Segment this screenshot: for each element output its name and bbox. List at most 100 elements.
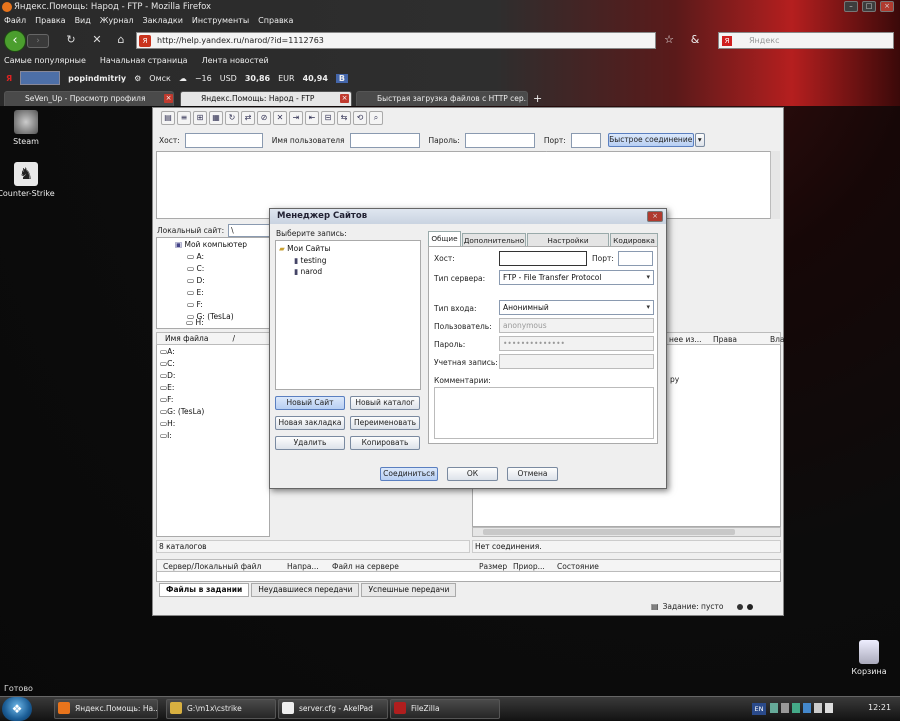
list-item[interactable]: ▭G: (TesLa) <box>160 407 204 416</box>
list-item[interactable]: ▭F: <box>160 395 173 404</box>
site-item-testing[interactable]: ▮ testing <box>294 256 327 265</box>
tree-icon[interactable]: ⊞ <box>193 111 207 125</box>
bookmark-star-icon[interactable]: ☆ <box>662 33 676 47</box>
log-scrollbar[interactable] <box>770 151 780 219</box>
tree-drive-h[interactable]: ▭ H: <box>186 318 204 327</box>
search-input[interactable]: Яндекс <box>718 32 894 49</box>
column-server-local[interactable]: Сервер/Локальный файл <box>163 562 261 571</box>
menu-edit[interactable]: Правка <box>35 14 65 27</box>
start-button[interactable]: ❖ <box>2 697 32 721</box>
volume-icon[interactable] <box>825 703 833 713</box>
language-indicator[interactable]: EN <box>752 703 766 715</box>
bookmark-news[interactable]: Лента новостей <box>202 54 269 68</box>
user-input[interactable]: anonymous <box>499 318 654 333</box>
sync-icon[interactable]: ⟲ <box>353 111 367 125</box>
column-modified[interactable]: нее из... <box>669 335 702 344</box>
tree-drive-a[interactable]: ▭ A: <box>187 252 204 261</box>
stop-icon[interactable]: ✕ <box>273 111 287 125</box>
reconnect-icon[interactable]: ⇤ <box>305 111 319 125</box>
new-folder-button[interactable]: Новый каталог <box>350 396 420 410</box>
process-queue-icon[interactable]: ⇄ <box>241 111 255 125</box>
taskbar-explorer[interactable]: G:\m1x\cstrike <box>166 699 276 719</box>
log-icon[interactable]: ≡ <box>177 111 191 125</box>
site-manager-icon[interactable]: ▤ <box>161 111 175 125</box>
close-tab-icon[interactable]: × <box>340 94 349 103</box>
column-priority[interactable]: Приор... <box>513 562 545 571</box>
menu-help[interactable]: Справка <box>258 14 293 27</box>
search-icon[interactable]: ⌕ <box>369 111 383 125</box>
queue-icon[interactable]: ▦ <box>209 111 223 125</box>
desktop-icon-recycle-bin[interactable]: Корзина <box>839 640 899 676</box>
connect-button[interactable]: Соединиться <box>380 467 438 481</box>
menu-bookmarks[interactable]: Закладки <box>142 14 182 27</box>
taskbar-filezilla[interactable]: FileZilla <box>390 699 500 719</box>
new-site-button[interactable]: Новый Сайт <box>275 396 345 410</box>
ok-button[interactable]: ОК <box>447 467 498 481</box>
ampersand-icon[interactable]: & <box>688 33 702 47</box>
logon-type-select[interactable]: Анонимный ▾ <box>499 300 654 315</box>
quickconnect-dropdown[interactable]: ▾ <box>694 133 705 147</box>
comments-textarea[interactable] <box>434 387 654 439</box>
tab-successful-transfers[interactable]: Успешные передачи <box>361 583 457 597</box>
tab-fast-upload[interactable]: Быстрая загрузка файлов с HTTP сер... <box>356 91 528 106</box>
column-status[interactable]: Состояние <box>557 562 599 571</box>
close-tab-icon[interactable]: × <box>164 94 173 103</box>
tab-queued-files[interactable]: Файлы в задании <box>159 583 250 597</box>
scroll-thumb[interactable] <box>483 529 735 535</box>
stop-icon[interactable]: ✕ <box>90 33 104 47</box>
list-item[interactable]: ▭D: <box>160 371 175 380</box>
tray-icon[interactable] <box>792 703 800 713</box>
tab-transfer-settings[interactable]: Настройки передачи <box>527 233 609 258</box>
refresh-icon[interactable]: ↻ <box>225 111 239 125</box>
tab-yandex-ftp[interactable]: Яндекс.Помощь: Народ - FTP <box>180 91 352 106</box>
tab-failed-transfers[interactable]: Неудавшиеся передачи <box>251 583 360 597</box>
dialog-close-button[interactable]: × <box>647 211 663 222</box>
forward-button[interactable]: › <box>27 34 49 48</box>
quick-host-input[interactable] <box>184 132 263 148</box>
disconnect-icon[interactable]: ⇥ <box>289 111 303 125</box>
close-button[interactable]: × <box>880 1 894 12</box>
password-input[interactable]: •••••••••••••• <box>499 336 654 351</box>
network-icon[interactable] <box>814 703 822 713</box>
account-input[interactable] <box>499 354 654 369</box>
column-size[interactable]: Размер <box>479 562 507 571</box>
tree-drive-c[interactable]: ▭ C: <box>187 264 204 273</box>
tray-icon[interactable] <box>770 703 778 713</box>
tray-icon[interactable] <box>803 703 811 713</box>
quick-port-input[interactable] <box>570 132 601 148</box>
bookmark-popular[interactable]: Самые популярные <box>4 54 86 68</box>
list-item[interactable]: ▭E: <box>160 383 174 392</box>
server-type-select[interactable]: FTP - File Transfer Protocol ▾ <box>499 270 654 285</box>
clock[interactable]: 12:21 <box>868 703 891 712</box>
delete-button[interactable]: Удалить <box>275 436 345 450</box>
bookmark-home[interactable]: Начальная страница <box>100 54 188 68</box>
copy-button[interactable]: Копировать <box>350 436 420 450</box>
tree-my-computer[interactable]: ▣ Мой компьютер <box>175 240 247 249</box>
list-item[interactable]: ▭A: <box>160 347 175 356</box>
vk-icon[interactable]: B <box>335 73 349 83</box>
menu-tools[interactable]: Инструменты <box>192 14 249 27</box>
taskbar-akelpad[interactable]: server.cfg - AkelPad <box>278 699 388 719</box>
tab-advanced[interactable]: Дополнительно <box>462 233 526 247</box>
tab-general[interactable]: Общие <box>428 231 461 247</box>
home-icon[interactable]: ⌂ <box>114 33 128 47</box>
list-item[interactable]: ▭C: <box>160 359 175 368</box>
menu-view[interactable]: Вид <box>75 14 91 27</box>
list-item[interactable]: ▭H: <box>160 419 175 428</box>
desktop-icon-steam[interactable]: Steam <box>0 110 56 146</box>
maximize-button[interactable]: □ <box>862 1 876 12</box>
yandex-mail-icon[interactable] <box>20 71 61 85</box>
site-item-narod[interactable]: ▮ narod <box>294 267 322 276</box>
compare-icon[interactable]: ⇆ <box>337 111 351 125</box>
remote-hscrollbar[interactable] <box>472 527 781 537</box>
column-permissions[interactable]: Права <box>713 335 737 344</box>
minimize-button[interactable]: – <box>844 1 858 12</box>
url-bar[interactable]: http://help.yandex.ru/narod/?id=1112763 <box>136 32 656 49</box>
column-owner[interactable]: Вла <box>770 335 785 344</box>
tree-drive-f[interactable]: ▭ F: <box>187 300 203 309</box>
quickconnect-button[interactable]: Быстрое соединение <box>607 133 694 147</box>
new-tab-button[interactable]: + <box>533 92 547 105</box>
reload-icon[interactable]: ↻ <box>64 33 78 47</box>
new-bookmark-button[interactable]: Новая закладка <box>275 416 345 430</box>
tree-drive-e[interactable]: ▭ E: <box>187 288 204 297</box>
